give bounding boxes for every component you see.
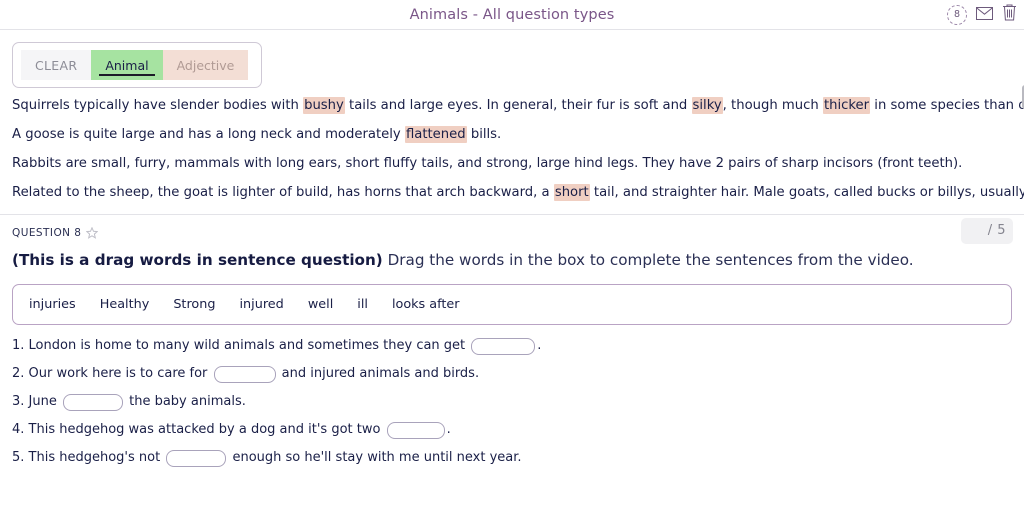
word-bank-item[interactable]: Healthy bbox=[100, 297, 150, 312]
highlighted-word[interactable]: thicker bbox=[822, 97, 871, 114]
question-prompt: (This is a drag words in sentence questi… bbox=[0, 243, 1024, 270]
sentence-text-after: enough so he'll stay with me until next … bbox=[228, 450, 522, 466]
sentence-row: 4. This hedgehog was attacked by a dog a… bbox=[12, 421, 1012, 439]
sentence-text-before: June bbox=[24, 394, 61, 410]
score-total-label: / 5 bbox=[987, 223, 1006, 239]
sentence-text-after: the baby animals. bbox=[124, 394, 246, 410]
passage-text: , though much bbox=[722, 98, 823, 113]
sentence-text-before: This hedgehog was attacked by a dog and … bbox=[24, 422, 385, 438]
question-prompt-bold: (This is a drag words in sentence questi… bbox=[12, 250, 383, 269]
highlighted-word[interactable]: silky bbox=[691, 97, 723, 114]
page-title: Animals - All question types bbox=[409, 6, 615, 23]
trash-icon[interactable] bbox=[1002, 4, 1017, 25]
word-bank-item[interactable]: Strong bbox=[173, 297, 215, 312]
sentence-number: 1. bbox=[12, 338, 25, 354]
envelope-icon[interactable] bbox=[976, 5, 993, 24]
sentence-text-after: . bbox=[537, 338, 542, 354]
sentence-row: 1. London is home to many wild animals a… bbox=[12, 337, 1012, 355]
sentence-number: 4. bbox=[12, 422, 25, 438]
passage-text: tails and large eyes. In general, their … bbox=[344, 98, 692, 113]
highlighted-word[interactable]: bushy bbox=[303, 97, 345, 114]
word-bank-item[interactable]: injured bbox=[240, 297, 284, 312]
tag-toolbar: CLEAR Animal Adjective bbox=[12, 42, 262, 88]
word-bank-item[interactable]: well bbox=[308, 297, 333, 312]
question-prompt-rest: Drag the words in the box to complete th… bbox=[382, 250, 914, 269]
answer-dropzone[interactable] bbox=[386, 421, 445, 439]
highlighted-word[interactable]: short bbox=[553, 183, 590, 201]
passage-text: bills. bbox=[466, 126, 502, 142]
tag-selected-underline bbox=[99, 74, 155, 76]
answer-dropzone[interactable] bbox=[166, 449, 227, 467]
sentence-text-after: . bbox=[446, 422, 451, 438]
sentence-row: 5. This hedgehog's not enough so he'll s… bbox=[12, 449, 1012, 467]
word-bank-item[interactable]: ill bbox=[357, 297, 368, 312]
tag-button-animal[interactable]: Animal bbox=[91, 50, 163, 80]
tag-toolbar-wrapper: CLEAR Animal Adjective bbox=[0, 30, 1024, 88]
sentence-list: 1. London is home to many wild animals a… bbox=[0, 325, 1024, 467]
sentence-number: 3. bbox=[12, 394, 25, 410]
star-outline-icon[interactable] bbox=[86, 224, 99, 243]
highlighted-word[interactable]: flattened bbox=[404, 125, 467, 143]
sentence-number: 2. bbox=[12, 366, 25, 382]
sentence-row: 3. June the baby animals. bbox=[12, 393, 1012, 411]
passage-line: A goose is quite large and has a long ne… bbox=[12, 125, 1012, 144]
word-bank-item[interactable]: looks after bbox=[392, 297, 460, 312]
header-icon-group: 8 bbox=[947, 0, 1017, 29]
answer-dropzone[interactable] bbox=[62, 393, 123, 411]
passage-text: Squirrels typically have slender bodies … bbox=[12, 98, 304, 113]
sentence-text-after: and injured animals and birds. bbox=[277, 366, 480, 382]
sentence-text-before: This hedgehog's not bbox=[24, 450, 165, 466]
passage-line: Squirrels typically have slender bodies … bbox=[12, 97, 1024, 115]
app-header: Animals - All question types 8 bbox=[0, 0, 1024, 30]
passage-line: Rabbits are small, furry, mammals with l… bbox=[12, 156, 1012, 173]
sentence-text-before: London is home to many wild animals and … bbox=[24, 338, 470, 354]
passage-text: Rabbits are small, furry, mammals with l… bbox=[12, 155, 963, 171]
timer-badge-icon[interactable]: 8 bbox=[947, 4, 967, 25]
sentence-row: 2. Our work here is to care for and inju… bbox=[12, 365, 1012, 383]
question-header: QUESTION 8 / 5 bbox=[0, 215, 1024, 244]
passage-text: tail, and straighter hair. Male goats, c… bbox=[593, 184, 1024, 200]
score-box[interactable]: / 5 bbox=[961, 217, 1013, 244]
clear-tags-button[interactable]: CLEAR bbox=[21, 50, 92, 80]
sentence-number: 5. bbox=[12, 450, 25, 466]
passage-text: in some species than others. bbox=[874, 98, 1024, 113]
tag-label-animal: Animal bbox=[105, 57, 149, 73]
passage-text: Related to the sheep, the goat is lighte… bbox=[12, 184, 554, 200]
word-bank: injuries Healthy Strong injured well ill looks… bbox=[12, 283, 1012, 325]
passage-line: Related to the sheep, the goat is lighte… bbox=[12, 183, 1024, 202]
passage-panel: Squirrels typically have slender bodies … bbox=[0, 85, 1024, 202]
word-bank-item[interactable]: injuries bbox=[29, 297, 76, 312]
passage-text: A goose is quite large and has a long ne… bbox=[12, 126, 405, 142]
tag-button-adjective[interactable]: Adjective bbox=[162, 50, 249, 80]
question-number-label: QUESTION 8 bbox=[12, 227, 82, 240]
answer-dropzone[interactable] bbox=[471, 337, 536, 355]
sentence-text-before: Our work here is to care for bbox=[24, 366, 212, 382]
answer-dropzone[interactable] bbox=[213, 365, 276, 383]
